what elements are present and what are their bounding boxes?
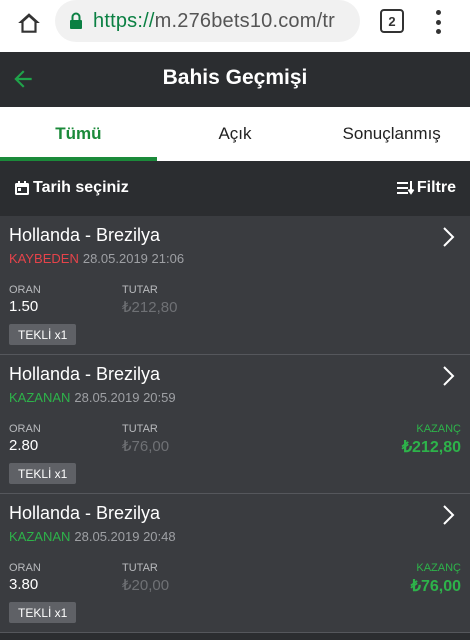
tab-all[interactable]: Tümü — [0, 107, 157, 161]
page-title: Bahis Geçmişi — [162, 66, 308, 89]
tab-open[interactable]: Açık — [157, 107, 314, 161]
browser-toolbar: https://m.276bets10.com/tr 2 — [0, 0, 470, 52]
calendar-icon — [15, 181, 29, 195]
bet-card[interactable]: Hollanda - Brezilya KAZANAN 28.05.2019 20… — [0, 494, 470, 633]
date-picker-button[interactable]: Tarih seçiniz — [14, 179, 129, 197]
status-badge: KAZANAN — [9, 529, 71, 544]
status-line: KAZANAN 28.05.2019 20:48 — [9, 529, 176, 544]
match-name: Hollanda - Brezilya — [9, 503, 161, 523]
bet-datetime: 28.05.2019 21:06 — [82, 251, 185, 266]
chevron-right-icon[interactable] — [442, 504, 456, 531]
filter-bar: Tarih seçiniz Filtre — [0, 161, 470, 216]
bet-type-badge: TEKLİ x1 — [9, 324, 77, 345]
bet-card[interactable]: Hollanda - Brezilya KAZANAN 28.05.2019 20… — [0, 355, 470, 494]
tab-switcher-button[interactable]: 2 — [380, 9, 404, 33]
status-line: KAYBEDEN 28.05.2019 21:06 — [9, 251, 184, 266]
app-header: Bahis Geçmişi — [0, 52, 470, 107]
stake-value: ₺20,00 — [122, 577, 170, 594]
more-menu-icon[interactable] — [428, 8, 448, 36]
filter-button[interactable]: Filtre — [396, 179, 456, 197]
bet-datetime: 28.05.2019 20:59 — [74, 390, 176, 405]
bet-list: Hollanda - Brezilya KAYBEDEN 28.05.2019 2… — [0, 216, 470, 633]
filter-label: Filtre — [416, 179, 456, 196]
date-picker-label: Tarih seçiniz — [33, 179, 129, 196]
status-badge: KAZANAN — [9, 390, 71, 405]
odds-label: ORAN — [9, 284, 41, 296]
status-line: KAZANAN 28.05.2019 20:59 — [9, 390, 176, 405]
odds-value: 2.80 — [9, 437, 39, 454]
odds-value: 1.50 — [9, 298, 39, 315]
tab-bar: Tümü Açık Sonuçlanmış — [0, 107, 470, 161]
bet-datetime: 28.05.2019 20:48 — [74, 529, 176, 544]
winnings-label: KAZANÇ — [416, 423, 461, 435]
home-icon[interactable] — [14, 8, 44, 38]
address-bar[interactable]: https://m.276bets10.com/tr — [55, 0, 360, 42]
stake-value: ₺212,80 — [122, 299, 178, 316]
stake-label: TUTAR — [122, 284, 158, 296]
stake-label: TUTAR — [122, 562, 158, 574]
tab-count: 2 — [388, 13, 396, 29]
tab-settled[interactable]: Sonuçlanmış — [313, 107, 470, 161]
winnings-label: KAZANÇ — [416, 562, 461, 574]
match-name: Hollanda - Brezilya — [9, 225, 161, 245]
winnings-value: ₺212,80 — [401, 439, 461, 456]
match-name: Hollanda - Brezilya — [9, 364, 161, 384]
odds-label: ORAN — [9, 562, 41, 574]
bet-type-badge: TEKLİ x1 — [9, 463, 77, 484]
odds-value: 3.80 — [9, 576, 39, 593]
stake-value: ₺76,00 — [122, 438, 170, 455]
lock-icon — [69, 12, 83, 30]
stake-label: TUTAR — [122, 423, 158, 435]
bet-type-badge: TEKLİ x1 — [9, 602, 77, 623]
winnings-value: ₺76,00 — [410, 578, 461, 595]
odds-label: ORAN — [9, 423, 41, 435]
filter-sort-icon — [396, 181, 415, 195]
chevron-right-icon[interactable] — [442, 365, 456, 392]
bet-card[interactable]: Hollanda - Brezilya KAYBEDEN 28.05.2019 2… — [0, 216, 470, 355]
status-badge: KAYBEDEN — [9, 251, 79, 266]
url-text: https://m.276bets10.com/tr — [93, 9, 335, 32]
chevron-right-icon[interactable] — [442, 226, 456, 253]
